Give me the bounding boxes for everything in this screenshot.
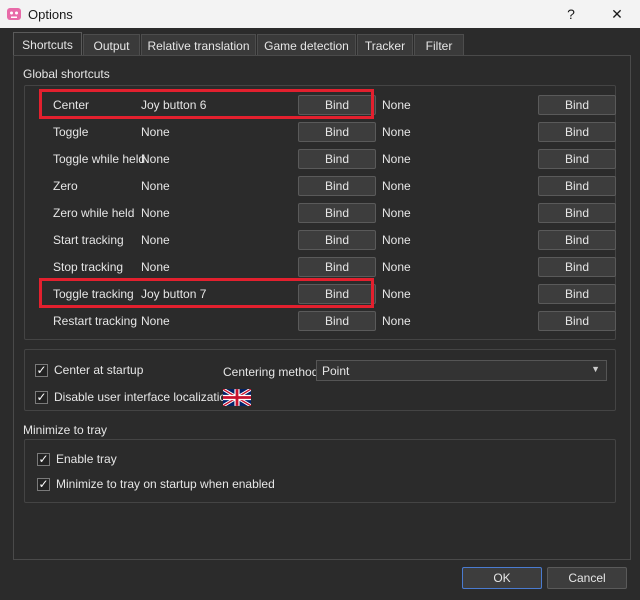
bind-button[interactable]: Bind	[538, 311, 616, 331]
checkbox-label: Center at startup	[54, 363, 144, 377]
shortcut-row-toggle-tracking: Toggle tracking Joy button 7 Bind None B…	[25, 281, 625, 308]
secondary-key: None	[382, 206, 411, 220]
shortcut-row-stop-tracking: Stop tracking None Bind None Bind	[25, 254, 625, 281]
bind-button[interactable]: Bind	[298, 122, 376, 142]
primary-key: None	[141, 152, 170, 166]
checkbox-box[interactable]: ✓	[35, 363, 48, 377]
bind-button[interactable]: Bind	[538, 230, 616, 250]
title-bar: Options ? ✕	[0, 0, 640, 28]
shortcut-name: Toggle while held	[53, 152, 146, 166]
shortcut-row-restart-tracking: Restart tracking None Bind None Bind	[25, 308, 625, 335]
tab-game-detection[interactable]: Game detection	[257, 34, 356, 56]
bind-button[interactable]: Bind	[538, 257, 616, 277]
select-value: Point	[322, 363, 350, 378]
checkbox-label: Minimize to tray on startup when enabled	[56, 477, 275, 491]
checkbox-box[interactable]: ✓	[35, 390, 48, 404]
tab-filter[interactable]: Filter	[414, 34, 464, 56]
tab-relative-translation[interactable]: Relative translation	[141, 34, 256, 56]
bind-button[interactable]: Bind	[298, 230, 376, 250]
shortcut-name: Zero while held	[53, 206, 135, 220]
bind-button[interactable]: Bind	[298, 149, 376, 169]
primary-key: None	[141, 179, 170, 193]
chevron-down-icon: ▼	[591, 364, 600, 374]
close-button[interactable]: ✕	[594, 0, 640, 28]
primary-key: None	[141, 314, 170, 328]
shortcut-row-toggle-while-held: Toggle while held None Bind None Bind	[25, 146, 625, 173]
bind-button[interactable]: Bind	[538, 203, 616, 223]
minimize-on-startup-checkbox[interactable]: ✓ Minimize to tray on startup when enabl…	[37, 477, 275, 491]
primary-key: Joy button 7	[141, 287, 207, 301]
app-icon	[7, 8, 21, 20]
bind-button[interactable]: Bind	[538, 149, 616, 169]
bind-button[interactable]: Bind	[538, 122, 616, 142]
primary-key: None	[141, 125, 170, 139]
secondary-key: None	[382, 152, 411, 166]
shortcut-name: Stop tracking	[53, 260, 124, 274]
centering-method-select[interactable]: Point ▼	[316, 360, 607, 381]
bind-button[interactable]: Bind	[298, 257, 376, 277]
shortcut-name: Restart tracking	[53, 314, 138, 328]
shortcut-row-toggle: Toggle None Bind None Bind	[25, 119, 625, 146]
shortcut-name: Toggle	[53, 125, 89, 139]
shortcuts-group: Center Joy button 6 Bind None Bind Toggl…	[24, 85, 616, 340]
primary-key: None	[141, 260, 170, 274]
checkbox-box[interactable]: ✓	[37, 477, 50, 491]
tab-tracker[interactable]: Tracker	[357, 34, 413, 56]
shortcut-name: Center	[53, 98, 90, 112]
global-shortcuts-label: Global shortcuts	[23, 67, 110, 81]
shortcuts-panel: Global shortcuts Center Joy button 6 Bin…	[13, 55, 631, 560]
shortcut-row-center: Center Joy button 6 Bind None Bind	[25, 92, 625, 119]
uk-flag-icon	[223, 389, 251, 406]
bind-button[interactable]: Bind	[298, 95, 376, 115]
secondary-key: None	[382, 179, 411, 193]
cancel-button[interactable]: Cancel	[547, 567, 627, 589]
ok-button[interactable]: OK	[462, 567, 542, 589]
secondary-key: None	[382, 260, 411, 274]
checkbox-label: Disable user interface localization	[54, 390, 233, 404]
checkbox-box[interactable]: ✓	[37, 452, 50, 466]
enable-tray-checkbox[interactable]: ✓ Enable tray	[37, 452, 117, 466]
window-title: Options	[28, 7, 73, 22]
centering-method-label: Centering method	[223, 365, 319, 379]
shortcut-name: Toggle tracking	[53, 287, 134, 301]
shortcut-row-zero-while-held: Zero while held None Bind None Bind	[25, 200, 625, 227]
bind-button[interactable]: Bind	[298, 311, 376, 331]
secondary-key: None	[382, 98, 411, 112]
tab-output[interactable]: Output	[83, 34, 140, 56]
help-button[interactable]: ?	[548, 0, 594, 28]
secondary-key: None	[382, 314, 411, 328]
primary-key: None	[141, 233, 170, 247]
bind-button[interactable]: Bind	[538, 176, 616, 196]
checkbox-label: Enable tray	[56, 452, 117, 466]
shortcut-name: Zero	[53, 179, 78, 193]
bind-button[interactable]: Bind	[538, 284, 616, 304]
secondary-key: None	[382, 233, 411, 247]
secondary-key: None	[382, 287, 411, 301]
primary-key: Joy button 6	[141, 98, 207, 112]
tray-group: ✓ Enable tray ✓ Minimize to tray on star…	[24, 439, 616, 503]
primary-key: None	[141, 206, 170, 220]
minimize-to-tray-label: Minimize to tray	[23, 423, 108, 437]
bind-button[interactable]: Bind	[298, 284, 376, 304]
shortcut-row-start-tracking: Start tracking None Bind None Bind	[25, 227, 625, 254]
tab-shortcuts[interactable]: Shortcuts	[13, 32, 82, 56]
center-at-startup-checkbox[interactable]: ✓ Center at startup	[35, 363, 143, 377]
bind-button[interactable]: Bind	[298, 176, 376, 196]
general-options-group: ✓ Center at startup Centering method Poi…	[24, 349, 616, 411]
bind-button[interactable]: Bind	[298, 203, 376, 223]
shortcut-row-zero: Zero None Bind None Bind	[25, 173, 625, 200]
disable-localization-checkbox[interactable]: ✓ Disable user interface localization	[35, 390, 233, 404]
bind-button[interactable]: Bind	[538, 95, 616, 115]
secondary-key: None	[382, 125, 411, 139]
shortcut-name: Start tracking	[53, 233, 124, 247]
